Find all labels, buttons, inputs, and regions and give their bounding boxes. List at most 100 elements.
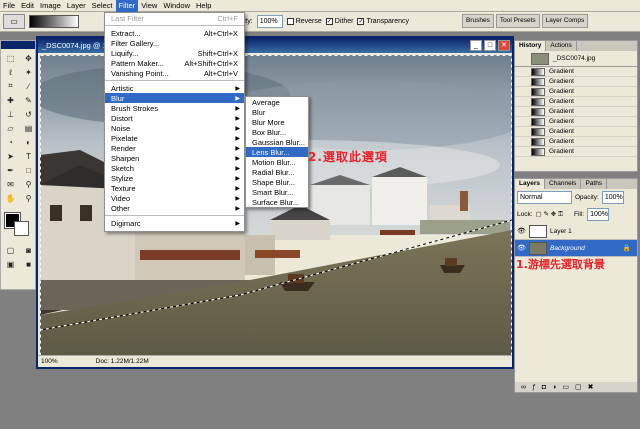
menu-item-shape-blur[interactable]: Shape Blur... [246,177,308,187]
tab-actions[interactable]: Actions [546,41,577,51]
fx-icon[interactable]: ƒ [532,384,536,391]
zoom-level[interactable]: 100% [41,358,58,365]
history-state[interactable]: Gradient [515,137,637,147]
menu-item-brush-strokes[interactable]: Brush Strokes ▶ [105,103,244,113]
menu-item-vanishing-point[interactable]: Vanishing Point... Alt+Ctrl+V [105,68,244,78]
background-color[interactable] [14,221,29,236]
menu-item-filter-gallery[interactable]: Filter Gallery... [105,38,244,48]
quickmask-icon[interactable]: ◙ [21,244,36,256]
blur-tool-icon[interactable]: ◔ [3,136,18,148]
maximize-button[interactable]: □ [484,40,496,51]
layer-fill-field[interactable]: 100% [587,208,610,221]
menu-help[interactable]: Help [193,0,214,12]
history-state[interactable]: Gradient [515,147,637,157]
gradient-picker[interactable] [29,15,79,28]
menu-item-distort[interactable]: Distort ▶ [105,113,244,123]
history-state[interactable]: Gradient [515,117,637,127]
tab-tool-presets[interactable]: Tool Presets [495,14,540,28]
history-state[interactable]: Gradient [515,127,637,137]
brush-icon[interactable]: ✎ [21,94,36,106]
mask-icon[interactable]: ◘ [542,384,546,391]
menu-item-pattern-maker[interactable]: Pattern Maker... Alt+Shift+Ctrl+X [105,58,244,68]
menu-layer[interactable]: Layer [64,0,89,12]
tab-layer-comps[interactable]: Layer Comps [541,14,589,28]
menu-item-other[interactable]: Other ▶ [105,203,244,213]
screen-mode-icon[interactable]: ▣ [3,258,18,270]
history-snapshot[interactable]: _DSC0074.jpg [515,51,637,67]
menu-file[interactable]: File [0,0,18,12]
pen-icon[interactable]: ✒ [3,164,18,176]
layer-row-background[interactable]: 👁 Background 🔒 [515,240,637,257]
history-state[interactable]: Gradient [515,67,637,77]
reverse-checkbox[interactable]: Reverse [286,18,322,25]
tab-paths[interactable]: Paths [581,179,608,189]
menu-filter[interactable]: Filter [115,0,139,12]
menu-item-texture[interactable]: Texture ▶ [105,183,244,193]
menu-edit[interactable]: Edit [18,0,37,12]
menu-item-digimarc[interactable]: Digimarc ▶ [105,218,244,228]
eyedropper-icon[interactable]: ⚲ [21,178,36,190]
history-state[interactable]: Gradient [515,77,637,87]
history-state[interactable]: Gradient [515,87,637,97]
zoom-icon[interactable]: ⚲ [21,192,36,204]
history-state[interactable]: Gradient [515,97,637,107]
opacity-field[interactable]: 100% [256,15,283,28]
transparency-checkbox[interactable]: ✓ Transparency [357,18,409,25]
folder-icon[interactable]: ▭ [562,383,569,391]
menu-image[interactable]: Image [37,0,64,12]
notes-icon[interactable]: ✉ [3,178,18,190]
tab-layers[interactable]: Layers [515,179,545,189]
menu-item-render[interactable]: Render ▶ [105,143,244,153]
minimize-button[interactable]: _ [470,40,482,51]
standard-mode-icon[interactable]: ▢ [3,244,18,256]
history-brush-icon[interactable]: ↺ [21,108,36,120]
trash-icon[interactable]: ✖ [588,383,594,391]
hand-icon[interactable]: ✋ [3,192,18,204]
tab-history[interactable]: History [515,41,547,51]
menu-view[interactable]: View [138,0,160,12]
history-state[interactable]: Gradient [515,107,637,117]
eraser-icon[interactable]: ▱ [3,122,18,134]
magic-wand-icon[interactable]: ✦ [21,66,36,78]
menu-select[interactable]: Select [89,0,116,12]
lasso-icon[interactable]: ℓ [3,66,18,78]
eye-icon[interactable]: 👁 [517,227,526,236]
tab-channels[interactable]: Channels [545,179,582,189]
menu-item-smart-blur[interactable]: Smart Blur... [246,187,308,197]
gradient-tool-preset-button[interactable]: ▭ [3,14,25,29]
stamp-icon[interactable]: ⊥ [3,108,18,120]
close-button[interactable]: ✕ [498,40,510,51]
slice-icon[interactable]: ∕ [21,80,36,92]
doc-size[interactable]: Doc: 1.22M/1.22M [96,358,149,365]
crop-icon[interactable]: ⌗ [3,80,18,92]
menu-item-noise[interactable]: Noise ▶ [105,123,244,133]
menu-item-sharpen[interactable]: Sharpen ▶ [105,153,244,163]
menu-item-blur-more[interactable]: Blur More [246,117,308,127]
menu-item-motion-blur[interactable]: Motion Blur... [246,157,308,167]
lock-icon[interactable]: ▢ ✎ ✥ ⚿ [536,210,563,219]
menu-item-video[interactable]: Video ▶ [105,193,244,203]
menu-window[interactable]: Window [160,0,193,12]
dither-checkbox[interactable]: ✓ Dither [325,18,353,25]
layer-row-layer-1[interactable]: 👁 Layer 1 [515,223,637,240]
menu-item-surface-blur[interactable]: Surface Blur... [246,197,308,207]
fullscreen-icon[interactable]: ■ [21,258,36,270]
new-layer-icon[interactable]: ▢ [575,383,582,391]
layer-opacity-field[interactable]: 100% [601,191,624,204]
adjustment-icon[interactable]: ◑ [552,384,556,391]
menu-item-sketch[interactable]: Sketch ▶ [105,163,244,173]
menu-item-gaussian-blur[interactable]: Gaussian Blur... [246,137,308,147]
shape-icon[interactable]: □ [21,164,36,176]
menu-item-stylize[interactable]: Stylize ▶ [105,173,244,183]
blend-mode-select[interactable]: Normal [517,191,572,204]
menu-item-blur[interactable]: Blur ▶ [105,93,244,103]
link-icon[interactable]: ∞ [521,384,526,391]
eye-icon[interactable]: 👁 [517,244,526,253]
type-icon[interactable]: T [21,150,36,162]
path-select-icon[interactable]: ➤ [3,150,18,162]
menu-item-liquify[interactable]: Liquify... Shift+Ctrl+X [105,48,244,58]
menu-item-average[interactable]: Average [246,97,308,107]
menu-item-radial-blur[interactable]: Radial Blur... [246,167,308,177]
menu-item-last-filter[interactable]: Last Filter Ctrl+F [105,13,244,23]
marquee-icon[interactable]: ⬚ [3,52,18,64]
